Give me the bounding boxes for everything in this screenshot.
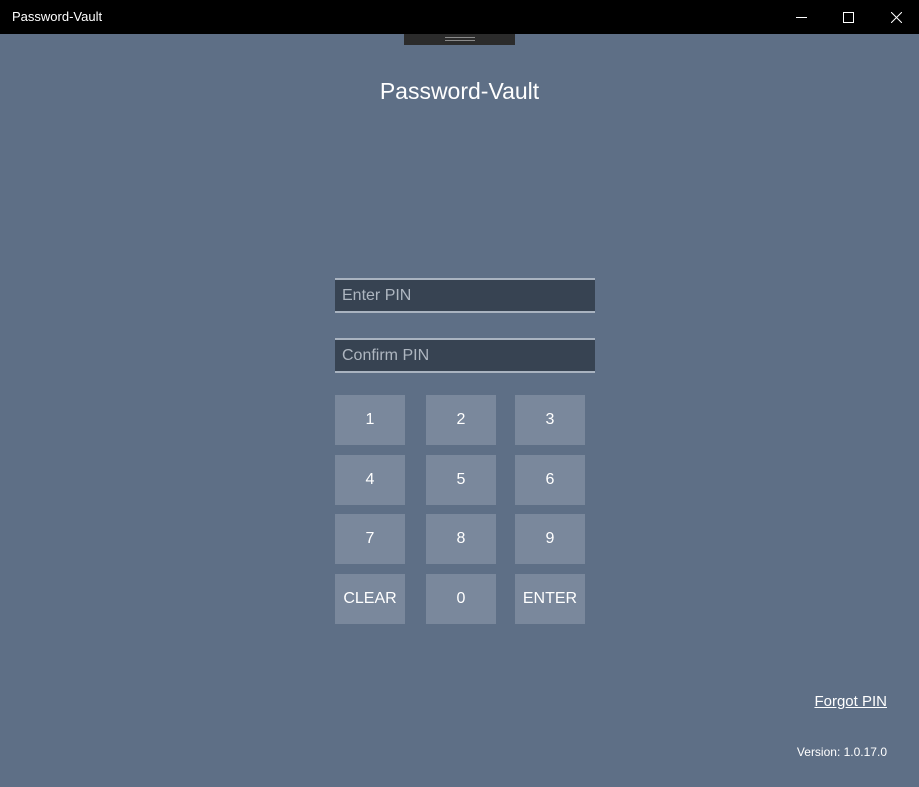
close-icon — [890, 11, 902, 23]
key-9-button[interactable]: 9 — [515, 514, 585, 564]
key-8-button[interactable]: 8 — [426, 514, 496, 564]
key-6-button[interactable]: 6 — [515, 455, 585, 505]
confirm-pin-field[interactable] — [335, 338, 595, 373]
app-window: Password-Vault Password-Vault 1 2 3 4 5 … — [0, 0, 919, 787]
title-bar[interactable]: Password-Vault — [0, 0, 919, 34]
key-0-button[interactable]: 0 — [426, 574, 496, 624]
grip-icon — [445, 37, 475, 41]
key-5-button[interactable]: 5 — [426, 455, 496, 505]
enter-pin-field[interactable] — [335, 278, 595, 313]
drag-handle[interactable] — [404, 34, 515, 45]
clear-button[interactable]: CLEAR — [335, 574, 405, 624]
key-2-button[interactable]: 2 — [426, 395, 496, 445]
minimize-icon — [795, 12, 807, 23]
key-7-button[interactable]: 7 — [335, 514, 405, 564]
maximize-button[interactable] — [825, 0, 871, 34]
key-1-button[interactable]: 1 — [335, 395, 405, 445]
key-4-button[interactable]: 4 — [335, 455, 405, 505]
close-button[interactable] — [873, 0, 919, 34]
window-title: Password-Vault — [12, 9, 103, 24]
version-label: Version: 1.0.17.0 — [796, 745, 887, 759]
key-3-button[interactable]: 3 — [515, 395, 585, 445]
minimize-button[interactable] — [778, 0, 824, 34]
maximize-icon — [842, 11, 854, 23]
page-title: Password-Vault — [379, 78, 540, 104]
enter-button[interactable]: ENTER — [515, 574, 585, 624]
forgot-pin-link[interactable]: Forgot PIN — [814, 693, 887, 710]
